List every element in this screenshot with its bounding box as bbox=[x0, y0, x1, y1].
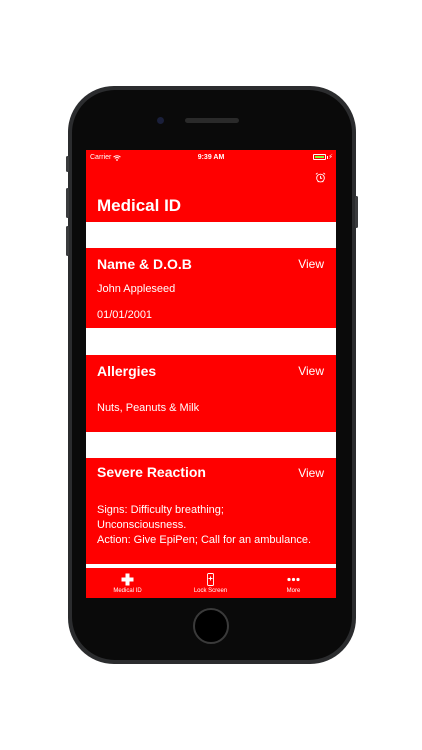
card-line: Unconsciousness. bbox=[97, 519, 187, 531]
card-title: Allergies bbox=[97, 363, 157, 379]
alarm-clock-icon[interactable] bbox=[315, 172, 326, 183]
view-button[interactable]: View bbox=[298, 364, 324, 378]
tab-lock-screen[interactable]: Lock Screen bbox=[169, 568, 252, 598]
tab-more[interactable]: More bbox=[252, 568, 335, 598]
page-title: Medical ID bbox=[97, 196, 182, 215]
card-line: Signs: Difficulty breathing; bbox=[97, 504, 224, 516]
tab-bar: Medical ID Lock Screen More bbox=[86, 568, 336, 598]
volume-up-button bbox=[66, 188, 69, 218]
card-allergies: Allergies View Nuts, Peanuts & Milk bbox=[86, 355, 336, 432]
tab-label: Lock Screen bbox=[193, 588, 228, 594]
card-title: Name & D.O.B bbox=[97, 256, 192, 272]
card-line: Action: Give EpiPen; Call for an ambulan… bbox=[97, 534, 312, 546]
charging-icon: ⚡ bbox=[328, 154, 333, 161]
tab-label: Medical ID bbox=[113, 588, 142, 594]
earpiece-speaker bbox=[185, 118, 239, 123]
front-camera bbox=[157, 117, 164, 124]
mute-switch bbox=[66, 156, 69, 172]
status-bar: Carrier 9:39 AM ⚡ bbox=[86, 150, 336, 166]
app-screen: Carrier 9:39 AM ⚡ Medical ID Name & D.O.… bbox=[86, 150, 336, 598]
status-time: 9:39 AM bbox=[197, 154, 225, 161]
card-line: 01/01/2001 bbox=[97, 309, 153, 321]
card-severe-reaction: Severe Reaction View Signs: Difficulty b… bbox=[86, 458, 336, 564]
phone-icon bbox=[207, 573, 214, 586]
view-button[interactable]: View bbox=[298, 466, 324, 480]
plus-icon bbox=[121, 573, 134, 586]
header: Medical ID bbox=[86, 166, 336, 222]
volume-down-button bbox=[66, 226, 69, 256]
more-dots-icon bbox=[287, 577, 300, 582]
card-line: Nuts, Peanuts & Milk bbox=[97, 402, 200, 414]
tab-label: More bbox=[286, 588, 301, 594]
home-button[interactable] bbox=[193, 608, 229, 644]
tab-medical-id[interactable]: Medical ID bbox=[86, 568, 169, 598]
card-line: John Appleseed bbox=[97, 283, 176, 295]
power-button bbox=[355, 196, 358, 228]
card-title: Severe Reaction bbox=[97, 464, 206, 480]
view-button[interactable]: View bbox=[298, 257, 324, 271]
card-name-dob: Name & D.O.B View John Appleseed 01/01/2… bbox=[86, 248, 336, 328]
battery-icon bbox=[313, 154, 326, 160]
